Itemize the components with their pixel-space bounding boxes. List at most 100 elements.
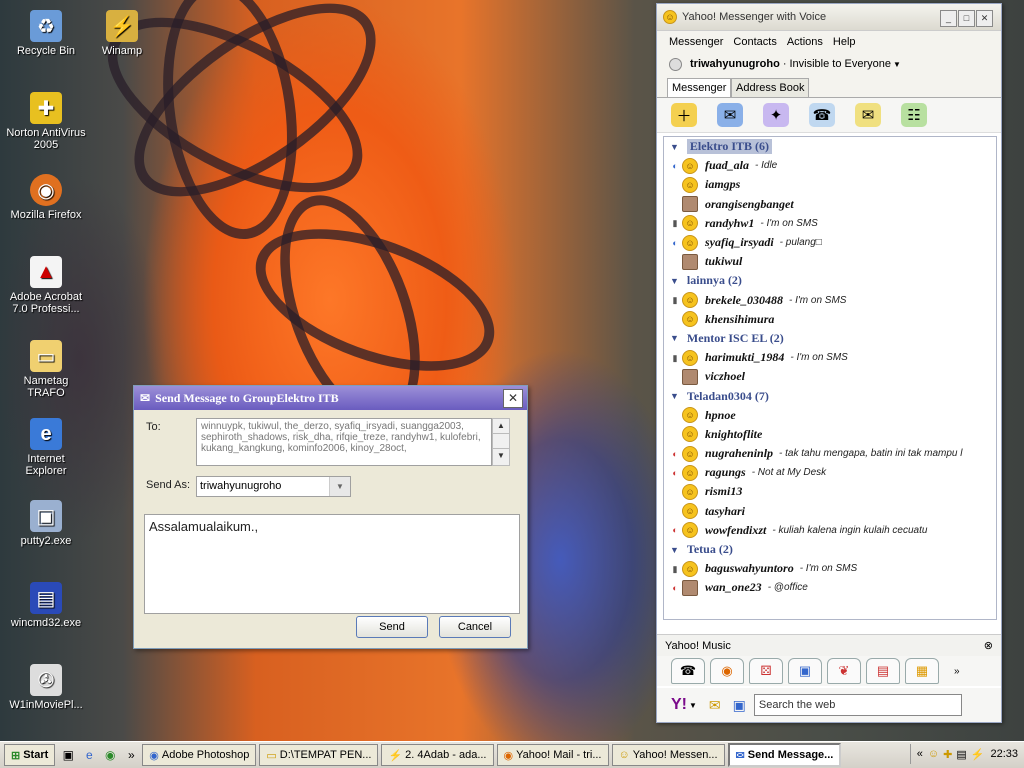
contact-row[interactable]: ▮ ☺ harimukti_1984- I'm on SMS <box>664 348 996 367</box>
mail-icon[interactable]: ✉ <box>855 103 881 127</box>
network-tray-icon[interactable]: ▤ <box>956 748 966 761</box>
user-status-bar[interactable]: triwahyunugroho · Invisible to Everyone … <box>657 53 1001 75</box>
search-input[interactable]: Search the web <box>753 694 962 716</box>
group-mentor-isc-el[interactable]: ▼ Mentor ISC EL (2) <box>664 329 996 348</box>
contact-row[interactable]: ☺ iamgps <box>664 175 996 194</box>
contact-row[interactable]: ☺ tasyhari <box>664 502 996 521</box>
floppy-icon: ▤ <box>30 582 62 614</box>
close-button[interactable]: ✕ <box>503 389 523 408</box>
task-photoshop[interactable]: ◉ Adobe Photoshop <box>142 744 257 766</box>
group-tetua[interactable]: ▼ Tetua (2) <box>664 540 996 559</box>
start-button[interactable]: ⊞ Start <box>4 744 56 766</box>
voice-plugin-icon[interactable]: ☎ <box>671 658 705 684</box>
contact-row[interactable]: viczhoel <box>664 367 996 386</box>
ie-quicklaunch-icon[interactable]: e <box>81 747 97 763</box>
scroll-up-icon[interactable]: ▲ <box>493 419 509 434</box>
stocks-plugin-icon[interactable]: ❦ <box>827 658 861 684</box>
desktop-icon-wincmd[interactable]: ▤ wincmd32.exe <box>6 582 86 629</box>
menu-actions[interactable]: Actions <box>787 36 823 48</box>
contact-row[interactable]: ◐ ☺ fuad_ala - Idle <box>664 156 996 175</box>
launchcast-icon[interactable]: ✦ <box>763 103 789 127</box>
busy-icon: ◐ <box>672 448 678 459</box>
contact-row[interactable]: ◐ ☺ ragungs - Not at My Desk <box>664 463 996 482</box>
send-button[interactable]: Send <box>356 616 428 638</box>
menu-help[interactable]: Help <box>833 36 856 48</box>
show-desktop-icon[interactable]: ▣ <box>60 747 76 763</box>
mobile-icon: ▮ <box>672 218 678 229</box>
contact-row[interactable]: ▮ ☺ baguswahyuntoro - I'm on SMS <box>664 559 996 578</box>
chevron-down-icon[interactable]: ▼ <box>689 701 697 710</box>
contact-row[interactable]: ☺ knightoflite <box>664 425 996 444</box>
contact-row[interactable]: ▮ ☺ brekele_030488- I'm on SMS <box>664 291 996 310</box>
tab-messenger[interactable]: Messenger <box>667 78 732 97</box>
desktop-icon-norton[interactable]: ✚ Norton AntiVirus 2005 <box>6 92 86 151</box>
desktop-icon-recycle-bin[interactable]: ♻ Recycle Bin <box>6 10 86 57</box>
yahoo-logo-icon[interactable]: Y! <box>671 696 687 714</box>
more-plugins-icon[interactable]: » <box>954 666 960 677</box>
plugin-tabs: ☎ ◉ ⚄ ▣ ❦ ▤ ▦ » <box>657 656 1001 686</box>
contact-row[interactable]: ◐ ☺ syafiq_irsyadi - pulang□ <box>664 233 996 252</box>
group-elektro-itb[interactable]: ▼ Elektro ITB (6) <box>664 137 996 156</box>
dialog-titlebar[interactable]: ✉ Send Message to GroupElektro ITB <box>134 386 527 410</box>
minimize-button[interactable]: _ <box>940 10 957 27</box>
close-button[interactable]: ✕ <box>976 10 993 27</box>
address-book-icon[interactable]: ☷ <box>901 103 927 127</box>
contact-row[interactable]: ◐ ☺ nugraheninlp - tak tahu mengapa, batin … <box>664 444 996 463</box>
maximize-button[interactable]: □ <box>958 10 975 27</box>
mobile-icon: ▮ <box>672 352 678 363</box>
norton-tray-icon[interactable]: ✚ <box>943 748 952 761</box>
contact-row[interactable]: ◐ ☺ wowfendixzt - kuliah kalena ingin kulai… <box>664 521 996 540</box>
games-plugin-icon[interactable]: ⚄ <box>749 658 783 684</box>
photos-plugin-icon[interactable]: ▣ <box>788 658 822 684</box>
desktop-icon-nametag[interactable]: ▭ Nametag TRAFO <box>6 340 86 399</box>
avatar: ☺ <box>682 349 698 366</box>
quicklaunch-more-icon[interactable]: » <box>123 747 139 763</box>
desktop-icon-ie[interactable]: e Internet Explorer <box>6 418 86 477</box>
desktop-icon-acrobat[interactable]: ▲ Adobe Acrobat 7.0 Professi... <box>6 256 86 315</box>
message-textarea[interactable]: Assalamualaikum., <box>144 514 520 614</box>
contact-row[interactable]: ☺ khensihimura <box>664 310 996 329</box>
desktop-icon-winamp[interactable]: ⚡ Winamp <box>82 10 162 57</box>
task-send-message[interactable]: ✉ Send Message... <box>727 743 842 767</box>
group-collapse-icon: ▼ <box>670 275 679 286</box>
contact-row[interactable]: ▮ ☺ randyhw1- I'm on SMS <box>664 214 996 233</box>
recipients-scrollbar[interactable]: ▲ ▼ <box>492 418 510 466</box>
contact-row[interactable]: ◐ wan_one23- @office <box>664 578 996 597</box>
contact-row[interactable]: tukiwul <box>664 252 996 271</box>
contact-row[interactable]: ☺ rismi13 <box>664 482 996 501</box>
launchcast-plugin-icon[interactable]: ◉ <box>710 658 744 684</box>
group-lainnya[interactable]: ▼ lainnya (2) <box>664 271 996 290</box>
clock[interactable]: 22:33 <box>990 748 1018 760</box>
tab-address-book[interactable]: Address Book <box>731 78 810 97</box>
contact-row[interactable]: ☺ hpnoe <box>664 406 996 425</box>
messenger-quicklaunch-icon[interactable]: ◉ <box>102 747 118 763</box>
expand-icon[interactable]: ⊗ <box>984 635 993 657</box>
scroll-down-icon[interactable]: ▼ <box>493 448 509 463</box>
add-contact-icon[interactable]: ＋ <box>671 103 697 127</box>
yahoo-tray-icon[interactable]: ☺ <box>928 748 939 760</box>
chevron-down-icon[interactable]: ▼ <box>329 477 350 496</box>
send-as-select[interactable]: triwahyunugroho ▼ <box>196 476 351 497</box>
contact-row[interactable]: orangisengbanget <box>664 195 996 214</box>
address-card-icon[interactable]: ▣ <box>733 697 746 714</box>
desktop-icon-firefox[interactable]: ◉ Mozilla Firefox <box>6 174 86 221</box>
group-teladan0304[interactable]: ▼ Teladan0304 (7) <box>664 386 996 405</box>
task-folder[interactable]: ▭ D:\TEMPAT PEN... <box>259 744 379 766</box>
menu-contacts[interactable]: Contacts <box>733 36 776 48</box>
notes-plugin-icon[interactable]: ▦ <box>905 658 939 684</box>
tray-expand-icon[interactable]: « <box>917 748 923 760</box>
winamp-tray-icon[interactable]: ⚡ <box>971 748 985 761</box>
menu-messenger[interactable]: Messenger <box>669 36 723 48</box>
yahoo-music-bar[interactable]: Yahoo! Music ⊗ <box>657 634 1001 656</box>
cancel-button[interactable]: Cancel <box>439 616 511 638</box>
task-yahoo-messenger[interactable]: ☺ Yahoo! Messen... <box>611 744 725 766</box>
desktop-icon-putty[interactable]: ▣ putty2.exe <box>6 500 86 547</box>
message-icon[interactable]: ✉ <box>717 103 743 127</box>
mail-icon[interactable]: ✉ <box>709 697 721 714</box>
desktop-icon-winmovie[interactable]: ✇ W1inMoviePl... <box>6 664 86 711</box>
recipients-field[interactable]: winnuypk, tukiwul, the_derzo, syafiq_irs… <box>196 418 492 466</box>
voice-call-icon[interactable]: ☎ <box>809 103 835 127</box>
task-winamp[interactable]: ⚡ 2. 4Adab - ada... <box>381 744 494 766</box>
calendar-plugin-icon[interactable]: ▤ <box>866 658 900 684</box>
task-yahoo-mail[interactable]: ◉ Yahoo! Mail - tri... <box>496 744 609 766</box>
